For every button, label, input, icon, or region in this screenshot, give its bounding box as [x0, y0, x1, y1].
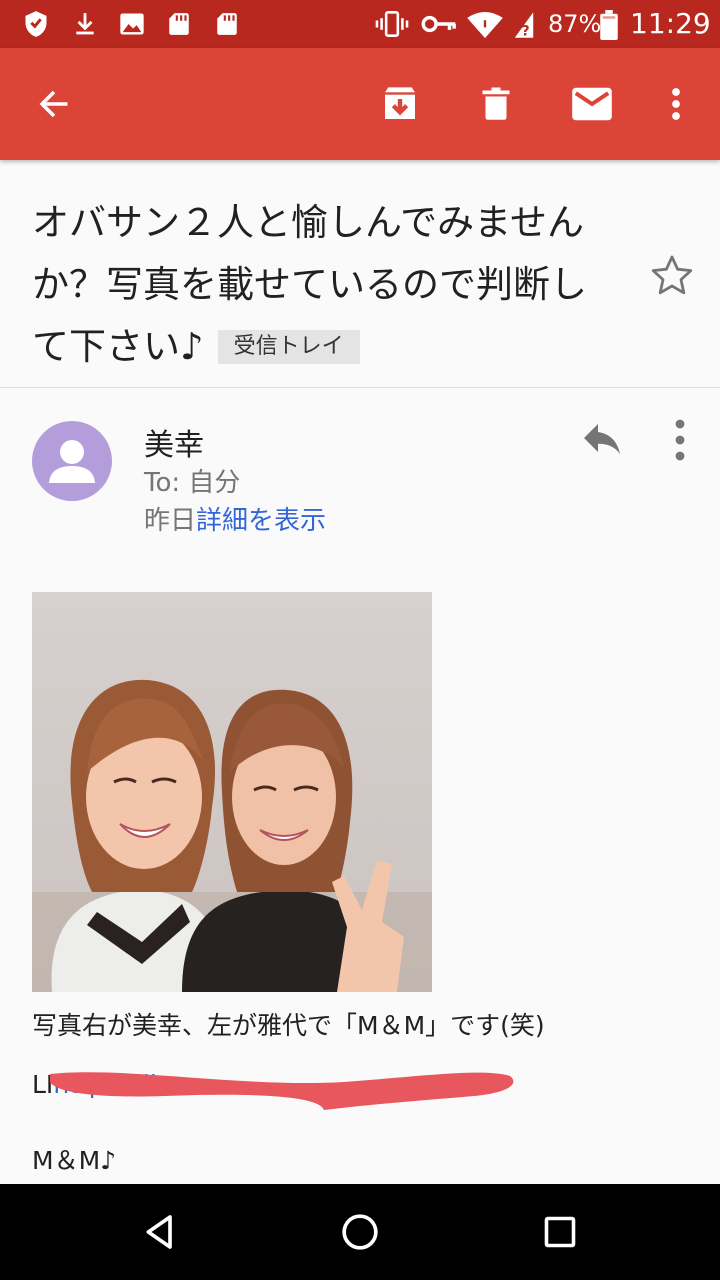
delete-icon	[482, 87, 510, 120]
more-options-button[interactable]	[652, 80, 700, 128]
date-text: 昨日	[144, 506, 197, 536]
vibrate-icon	[375, 11, 409, 37]
sd-card-icon	[217, 13, 237, 35]
shield-icon	[25, 11, 47, 37]
archive-button[interactable]	[376, 80, 424, 128]
show-details-link[interactable]: 詳細を表示	[196, 506, 326, 536]
back-button[interactable]	[30, 80, 78, 128]
body-caption: 写真右が美幸、左が雅代で「M＆M」です(笑)	[32, 1011, 545, 1040]
download-icon	[76, 13, 94, 35]
divider	[0, 387, 720, 388]
nav-recents-icon	[544, 1216, 576, 1248]
status-bar: ? 87% 11:29	[0, 0, 720, 48]
unknown-network-icon: ?	[514, 12, 534, 39]
email-subject: オバサン２人と愉しんでみません か？写真を載せているので判断し て下さい♪ 受信ト…	[32, 192, 622, 378]
more-vert-icon	[672, 88, 680, 120]
redaction-mark	[50, 1072, 514, 1110]
back-arrow-icon	[39, 90, 68, 118]
key-icon	[421, 15, 456, 33]
more-vert-icon[interactable]	[660, 416, 700, 464]
svg-text:?: ?	[522, 23, 530, 39]
email-photo[interactable]	[32, 592, 432, 992]
archive-icon	[385, 87, 415, 119]
nav-recents-button[interactable]	[536, 1208, 584, 1256]
image-icon	[120, 13, 144, 35]
battery-icon	[600, 10, 618, 40]
recipient-line[interactable]: To: 自分	[144, 462, 240, 499]
app-bar	[0, 48, 720, 160]
clock: 11:29	[630, 7, 711, 40]
body-signature: M＆M♪	[32, 1146, 117, 1175]
star-icon[interactable]	[648, 252, 696, 300]
nav-back-icon	[146, 1215, 172, 1249]
date-line: 昨日詳細を表示	[144, 500, 326, 537]
avatar[interactable]	[32, 421, 112, 501]
nav-home-icon	[342, 1214, 378, 1250]
nav-home-button[interactable]	[336, 1208, 384, 1256]
sender-name: 美幸	[144, 428, 204, 463]
inbox-label[interactable]: 受信トレイ	[217, 330, 360, 364]
navigation-bar	[0, 1184, 720, 1280]
battery-percent: 87%	[548, 10, 602, 38]
sd-card-icon	[169, 13, 189, 35]
nav-back-button[interactable]	[136, 1208, 184, 1256]
delete-button[interactable]	[472, 80, 520, 128]
person-icon	[49, 440, 95, 483]
reply-icon[interactable]	[578, 416, 626, 464]
mail-icon	[572, 87, 612, 121]
mark-unread-button[interactable]	[568, 80, 616, 128]
wifi-icon	[467, 11, 503, 39]
